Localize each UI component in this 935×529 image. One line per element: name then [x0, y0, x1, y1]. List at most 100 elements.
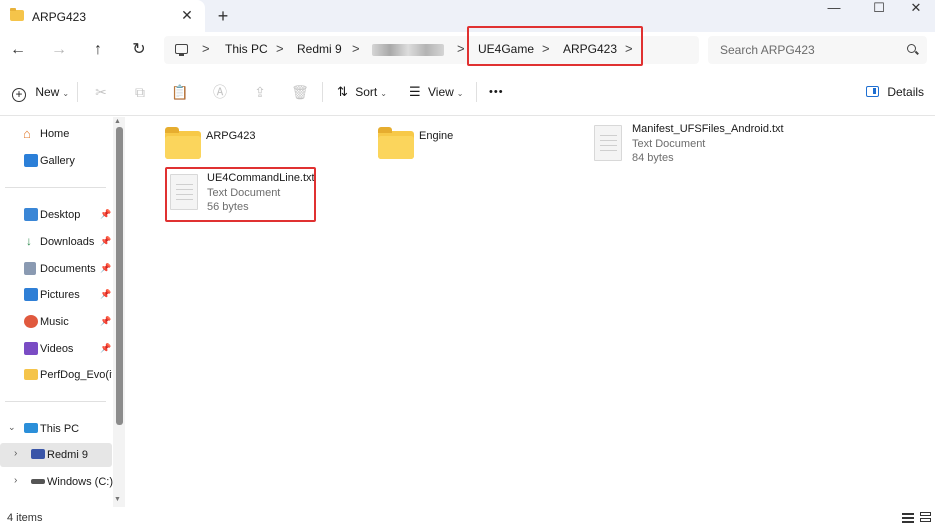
cut-icon[interactable]: ✂ — [92, 82, 110, 102]
search-box[interactable]: Search ARPG423 — [708, 36, 927, 64]
sidebar-item-this-pc[interactable]: ⌄ This PC — [0, 417, 112, 441]
file-item-engine[interactable]: Engine — [376, 123, 556, 161]
chevron-down-icon[interactable]: ⌄ — [8, 422, 16, 433]
delete-icon[interactable]: 🗑 — [291, 82, 309, 102]
sidebar-item-documents[interactable]: Documents 📌 — [0, 257, 112, 281]
pin-icon[interactable]: 📌 — [100, 289, 111, 300]
sidebar-item-label: Windows (C:) — [47, 476, 114, 488]
breadcrumb-separator[interactable]: > — [202, 41, 210, 56]
gallery-icon — [24, 154, 38, 167]
search-input[interactable]: Search ARPG423 — [720, 43, 815, 57]
toolbar-divider — [476, 82, 477, 102]
share-icon[interactable]: ⇪ — [251, 82, 269, 102]
sidebar-item-desktop[interactable]: Desktop 📌 — [0, 203, 112, 227]
view-button[interactable]: ☰ View ⌄ — [409, 82, 464, 102]
file-name: ARPG423 — [206, 130, 256, 142]
chevron-right-icon[interactable]: › — [14, 475, 17, 486]
new-tab-button[interactable]: + — [214, 6, 232, 26]
details-label: Details — [887, 85, 925, 99]
paste-icon[interactable]: 📋 — [171, 82, 189, 102]
sidebar-item-perfdog[interactable]: PerfDog_Evo(iv1 — [0, 363, 112, 387]
close-window-button[interactable]: ✕ — [896, 0, 935, 18]
folder-icon — [10, 8, 24, 21]
sidebar-item-label: Pictures — [40, 289, 80, 301]
sidebar-item-windows-c[interactable]: › Windows (C:) — [0, 470, 114, 494]
minimize-button[interactable]: — — [814, 0, 854, 18]
sidebar-divider — [5, 401, 106, 402]
sidebar-item-home[interactable]: ⌂ Home — [0, 122, 112, 146]
sidebar-item-videos[interactable]: Videos 📌 — [0, 337, 112, 361]
back-button[interactable]: ← — [7, 39, 29, 61]
pin-icon[interactable]: 📌 — [100, 343, 111, 354]
maximize-button[interactable]: ☐ — [859, 0, 899, 18]
downloads-icon: ↓ — [26, 234, 32, 248]
sidebar-item-music[interactable]: Music 📌 — [0, 310, 112, 334]
file-item-manifest[interactable]: Manifest_UFSFiles_Android.txt Text Docum… — [593, 121, 813, 167]
navigation-pane: ⌂ Home Gallery Desktop 📌 ↓ Downloads 📌 D… — [0, 117, 125, 507]
refresh-button[interactable]: ↻ — [128, 39, 150, 61]
file-item-arpg423[interactable]: ARPG423 — [163, 123, 343, 161]
new-label: New — [35, 85, 60, 99]
scroll-down-icon[interactable]: ▼ — [114, 496, 121, 503]
details-view-icon[interactable] — [902, 511, 914, 523]
sidebar-item-gallery[interactable]: Gallery — [0, 149, 112, 173]
pc-icon — [175, 44, 188, 56]
home-icon: ⌂ — [23, 126, 31, 141]
command-bar: + New ⌄ ✂ ⧉ 📋 Ⓐ ⇪ 🗑 ⇅ Sort ⌄ ☰ View ⌄ ••• D… — [0, 68, 935, 116]
chevron-right-icon[interactable]: › — [14, 448, 17, 459]
folder-icon — [24, 369, 38, 380]
up-button[interactable]: ↑ — [87, 39, 109, 61]
breadcrumb-redmi-9[interactable]: Redmi 9 — [297, 42, 342, 56]
copy-icon[interactable]: ⧉ — [131, 82, 149, 102]
sidebar-item-label: Desktop — [40, 209, 81, 221]
breadcrumb-separator[interactable]: > — [352, 41, 360, 56]
search-icon — [907, 44, 916, 53]
sidebar-item-label: PerfDog_Evo(iv1 — [40, 369, 112, 381]
pin-icon[interactable]: 📌 — [100, 209, 111, 220]
scrollbar-thumb[interactable] — [116, 127, 123, 425]
chevron-down-icon: ⌄ — [62, 89, 70, 98]
pin-icon[interactable]: 📌 — [100, 236, 111, 247]
videos-icon — [24, 342, 38, 355]
rename-icon[interactable]: Ⓐ — [211, 82, 229, 102]
status-bar: 4 items — [0, 507, 935, 529]
close-tab-button[interactable]: ✕ — [180, 7, 194, 23]
sort-button[interactable]: ⇅ Sort ⌄ — [337, 82, 387, 102]
pin-icon[interactable]: 📌 — [100, 263, 111, 274]
details-button[interactable]: Details — [866, 82, 924, 102]
tab-arpg423[interactable]: ARPG423 ✕ — [0, 0, 205, 32]
desktop-icon — [24, 208, 38, 221]
sidebar-divider — [5, 187, 106, 188]
chevron-down-icon: ⌄ — [456, 89, 464, 98]
sort-icon: ⇅ — [337, 84, 348, 99]
more-options-button[interactable]: ••• — [489, 82, 504, 102]
forward-button[interactable]: → — [48, 39, 70, 61]
documents-icon — [24, 262, 36, 275]
sidebar-item-redmi-9[interactable]: › Redmi 9 — [0, 443, 112, 467]
sidebar-item-label: Videos — [40, 343, 74, 355]
toolbar-divider — [77, 82, 78, 102]
scroll-up-icon[interactable]: ▲ — [114, 118, 121, 125]
sidebar-item-label: Downloads — [40, 236, 95, 248]
new-button[interactable]: + New ⌄ — [12, 82, 69, 102]
tab-title: ARPG423 — [32, 10, 87, 24]
breadcrumb-this-pc[interactable]: This PC — [225, 42, 268, 56]
sidebar-item-label: Home — [40, 128, 70, 140]
breadcrumb-separator[interactable]: > — [457, 41, 465, 56]
chevron-down-icon: ⌄ — [380, 89, 387, 98]
folder-icon — [165, 127, 201, 159]
breadcrumb-separator[interactable]: > — [276, 41, 284, 56]
file-size: 84 bytes — [632, 152, 674, 164]
sidebar-item-label: This PC — [40, 423, 80, 435]
sidebar-item-downloads[interactable]: ↓ Downloads 📌 — [0, 230, 112, 254]
text-document-icon — [594, 125, 622, 161]
tiles-view-icon[interactable] — [920, 511, 932, 523]
breadcrumb-redacted[interactable] — [372, 44, 444, 56]
view-icon: ☰ — [409, 84, 421, 99]
address-row: ← → ↑ ↻ > This PC > Redmi 9 > > UE4Game … — [0, 26, 935, 68]
plus-circle-icon: + — [12, 88, 26, 102]
toolbar-divider — [322, 82, 323, 102]
sidebar-item-pictures[interactable]: Pictures 📌 — [0, 283, 112, 307]
pin-icon[interactable]: 📌 — [100, 316, 111, 327]
file-name: Engine — [419, 130, 454, 142]
